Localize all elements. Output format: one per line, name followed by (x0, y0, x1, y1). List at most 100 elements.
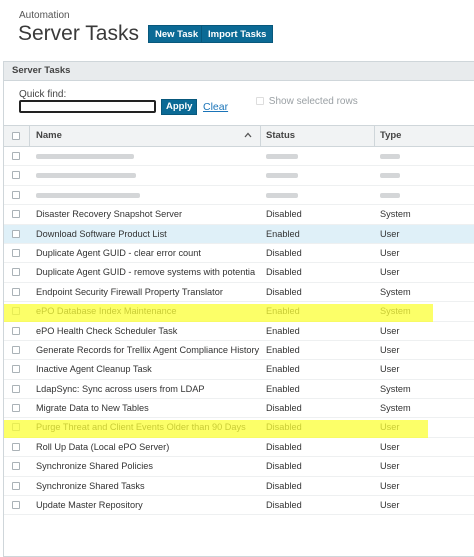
show-selected-label: Show selected rows (268, 96, 358, 107)
task-name[interactable]: ePO Health Check Scheduler Task (36, 322, 262, 341)
table-row[interactable]: ePO Database Index Maintenance Enabled Sys… (4, 302, 474, 322)
task-status: Enabled (266, 306, 300, 317)
task-status: Disabled (266, 267, 302, 278)
row-checkbox[interactable] (12, 229, 20, 238)
task-type: User (380, 500, 400, 511)
task-status: Enabled (266, 364, 300, 375)
task-status: Disabled (266, 500, 302, 511)
table-row[interactable]: Update Master Repository Disabled User (4, 496, 474, 516)
row-checkbox[interactable] (12, 365, 20, 374)
task-name[interactable]: Duplicate Agent GUID - clear error count (36, 244, 262, 263)
table-row-redacted[interactable] (4, 186, 474, 206)
task-type: System (380, 383, 411, 394)
table-header: Name Status Type (4, 125, 474, 147)
table-row[interactable]: Inactive Agent Cleanup Task Enabled User (4, 360, 474, 380)
row-checkbox[interactable] (12, 384, 20, 393)
task-status: Disabled (266, 209, 302, 220)
task-status: Disabled (266, 461, 302, 472)
row-checkbox[interactable] (12, 190, 20, 199)
task-type: User (380, 364, 400, 375)
task-name[interactable]: Migrate Data to New Tables (36, 399, 262, 418)
table-row-redacted[interactable] (4, 166, 474, 186)
quick-find-input[interactable] (19, 100, 156, 113)
table-row[interactable]: Migrate Data to New Tables Disabled System (4, 399, 474, 419)
new-task-button[interactable]: New Task (148, 25, 206, 43)
breadcrumb[interactable]: Automation (19, 10, 70, 21)
table-row[interactable]: Purge Threat and Client Events Older tha… (4, 418, 474, 438)
server-tasks-panel: Server Tasks Quick find: Apply Clear Sho… (3, 61, 474, 557)
task-status: Disabled (266, 286, 302, 297)
row-checkbox[interactable] (12, 268, 20, 277)
import-tasks-button[interactable]: Import Tasks (201, 25, 274, 43)
quick-find-label: Quick find: (19, 89, 67, 100)
task-name[interactable]: Purge Threat and Client Events Older tha… (36, 418, 262, 437)
row-checkbox[interactable] (12, 326, 20, 335)
table-row[interactable]: Endpoint Security Firewall Property Tran… (4, 283, 474, 303)
row-checkbox[interactable] (12, 423, 20, 432)
task-name[interactable]: ePO Database Index Maintenance (36, 302, 262, 321)
task-name[interactable]: Disaster Recovery Snapshot Server (36, 205, 262, 224)
task-type: User (380, 441, 400, 452)
show-selected-checkbox[interactable] (256, 97, 264, 106)
table-row[interactable]: Duplicate Agent GUID - clear error count… (4, 244, 474, 264)
row-checkbox[interactable] (12, 345, 20, 354)
column-header-status[interactable]: Status (266, 126, 295, 146)
task-status: Enabled (266, 344, 300, 355)
task-status: Disabled (266, 480, 302, 491)
row-checkbox[interactable] (12, 481, 20, 490)
table-row[interactable]: Generate Records for Trellix Agent Compl… (4, 341, 474, 361)
table-row[interactable]: LdapSync: Sync across users from LDAP Ena… (4, 380, 474, 400)
apply-button[interactable]: Apply (161, 99, 198, 115)
task-name[interactable]: Download Software Product List (36, 225, 262, 244)
table-row[interactable]: Synchronize Shared Tasks Disabled User (4, 477, 474, 497)
sort-ascending-icon[interactable] (244, 131, 252, 139)
table-row-redacted[interactable] (4, 147, 474, 167)
task-name[interactable]: LdapSync: Sync across users from LDAP (36, 380, 262, 399)
row-checkbox[interactable] (12, 442, 20, 451)
row-checkbox[interactable] (12, 152, 20, 160)
task-name[interactable]: Update Master Repository (36, 496, 262, 515)
task-name[interactable]: Synchronize Shared Policies (36, 457, 262, 476)
row-checkbox[interactable] (12, 307, 20, 316)
task-type: User (380, 325, 400, 336)
row-checkbox[interactable] (12, 287, 20, 296)
task-type: User (380, 344, 400, 355)
task-type: System (380, 286, 411, 297)
task-status: Enabled (266, 383, 300, 394)
task-status: Disabled (266, 403, 302, 414)
panel-title: Server Tasks (4, 62, 474, 81)
task-status: Disabled (266, 441, 302, 452)
task-name[interactable]: Endpoint Security Firewall Property Tran… (36, 283, 262, 302)
select-all-checkbox[interactable] (12, 132, 20, 140)
column-header-name[interactable]: Name (36, 126, 62, 146)
task-name[interactable]: Roll Up Data (Local ePO Server) (36, 438, 262, 457)
table-row[interactable]: Roll Up Data (Local ePO Server) Disabled U… (4, 438, 474, 458)
show-selected-rows[interactable]: Show selected rows (256, 96, 358, 107)
column-header-type[interactable]: Type (380, 126, 401, 146)
table-row[interactable]: Duplicate Agent GUID - remove systems wi… (4, 263, 474, 283)
task-name[interactable]: Generate Records for Trellix Agent Compl… (36, 341, 262, 360)
row-checkbox[interactable] (12, 462, 20, 471)
table-row[interactable]: Synchronize Shared Policies Disabled User (4, 457, 474, 477)
task-type: System (380, 403, 411, 414)
task-name[interactable]: Duplicate Agent GUID - remove systems wi… (36, 263, 262, 282)
page-title: Server Tasks (18, 22, 139, 45)
table-row[interactable]: Disaster Recovery Snapshot Server Disable… (4, 205, 474, 225)
clear-link[interactable]: Clear (203, 101, 228, 113)
table-row[interactable]: Download Software Product List Enabled Use… (4, 224, 474, 244)
task-type: User (380, 461, 400, 472)
task-type: System (380, 306, 411, 317)
page-header: Automation Server Tasks New Task Import … (0, 0, 474, 62)
row-checkbox[interactable] (12, 171, 20, 180)
task-status: Disabled (266, 247, 302, 258)
row-checkbox[interactable] (12, 501, 20, 510)
row-checkbox[interactable] (12, 210, 20, 219)
task-type: User (380, 422, 400, 433)
task-name[interactable]: Inactive Agent Cleanup Task (36, 360, 262, 379)
task-type: System (380, 209, 411, 220)
task-name[interactable]: Synchronize Shared Tasks (36, 477, 262, 496)
tasks-table: Name Status Type Disaster Recovery Snaps… (4, 125, 474, 516)
table-row[interactable]: ePO Health Check Scheduler Task Enabled Us… (4, 322, 474, 341)
row-checkbox[interactable] (12, 404, 20, 413)
row-checkbox[interactable] (12, 248, 20, 257)
